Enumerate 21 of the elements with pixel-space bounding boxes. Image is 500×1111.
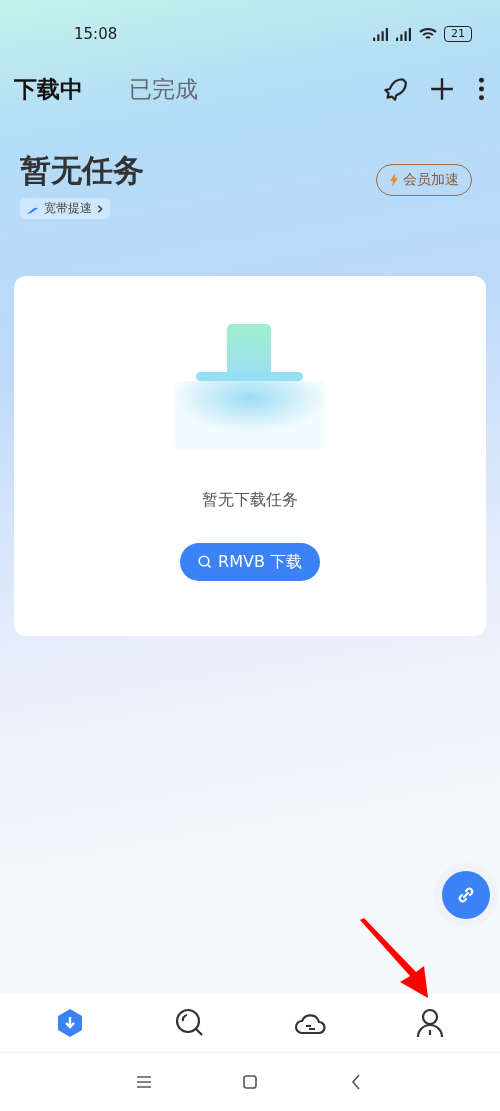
profile-icon[interactable] <box>414 1007 446 1039</box>
rocket-icon[interactable] <box>381 76 407 102</box>
status-time: 15:08 <box>74 25 118 43</box>
tab[interactable]: 已完成 <box>129 73 198 105</box>
wifi-icon <box>418 27 438 41</box>
speed-up-link[interactable]: 宽带提速 <box>20 198 110 219</box>
menu-icon[interactable] <box>135 1073 153 1091</box>
search-icon <box>198 555 213 569</box>
battery-level: 21 <box>444 26 472 42</box>
signal-icon <box>372 26 389 42</box>
chevron-icon <box>96 203 104 214</box>
lightning-icon <box>389 173 399 187</box>
signal-icon <box>395 26 412 42</box>
page-title: 暂无任务 <box>20 151 144 190</box>
add-icon[interactable] <box>429 76 455 102</box>
more-icon[interactable] <box>477 76 486 102</box>
annotation-arrow-icon <box>358 918 430 1000</box>
empty-message: 暂无下载任务 <box>202 490 298 511</box>
home-icon[interactable] <box>241 1073 259 1091</box>
tab[interactable]: 下载中 <box>14 73 83 105</box>
rmvb-search-button[interactable]: RMVB 下载 <box>180 543 320 581</box>
